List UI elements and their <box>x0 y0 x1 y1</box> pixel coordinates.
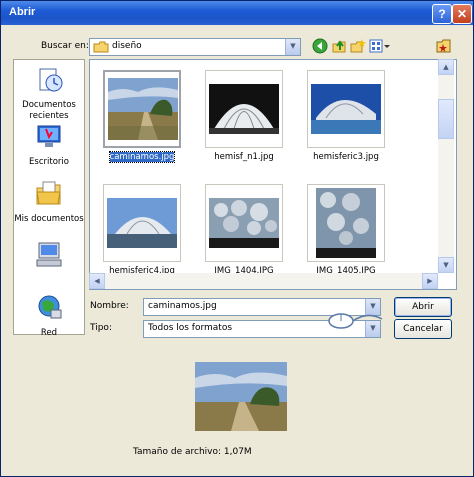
file-name[interactable]: caminamos.jpg <box>97 151 187 163</box>
cancel-button[interactable]: Cancelar <box>394 319 452 339</box>
file-size-label: Tamaño de archivo: 1,07M <box>133 447 252 457</box>
scroll-thumb[interactable] <box>438 99 454 139</box>
place-label: Escritorio <box>29 157 69 167</box>
place-label: Mis documentos <box>14 214 84 224</box>
chevron-down-icon[interactable]: ▼ <box>285 39 300 55</box>
filename-label: Nombre: <box>90 301 129 311</box>
folder-icon <box>93 41 109 53</box>
dialog-title: Abrir <box>9 6 36 18</box>
thumbnail-img-1405[interactable] <box>307 184 385 262</box>
filetype-label: Tipo: <box>90 323 112 333</box>
thumbnail-hemisferic3[interactable] <box>307 70 385 148</box>
desktop-folder-icon[interactable] <box>436 38 452 54</box>
thumbnail-img-1404[interactable] <box>205 184 283 262</box>
scroll-down-icon[interactable]: ▼ <box>438 257 454 273</box>
mouse-cursor-icon <box>328 313 383 329</box>
title-bar[interactable]: Abrir ? ✕ <box>1 1 473 25</box>
file-name[interactable]: hemisferic3.jpg <box>301 152 391 162</box>
look-in-value: diseño <box>112 41 142 51</box>
close-button[interactable]: ✕ <box>452 4 472 24</box>
filetype-value: Todos los formatos <box>148 323 233 333</box>
open-dialog: Abrir ? ✕ Buscar en: diseño ▼ Documentos… <box>0 0 474 477</box>
place-label: Documentos recientes <box>22 100 76 121</box>
dome-night-image <box>209 84 279 134</box>
place-network[interactable]: Red <box>14 294 84 339</box>
places-bar: Documentos recientes Escritorio Mis docu… <box>13 59 85 338</box>
desktop-icon <box>37 125 61 147</box>
horizontal-scrollbar[interactable]: ◀ ▶ <box>89 273 438 289</box>
my-documents-icon <box>36 181 61 205</box>
views-menu-icon[interactable] <box>369 38 391 54</box>
cloudy-sky-portrait-image <box>316 188 376 258</box>
scroll-right-icon[interactable]: ▶ <box>422 273 438 289</box>
look-in-dropdown[interactable]: diseño ▼ <box>89 38 301 56</box>
place-recent-documents[interactable]: Documentos recientes <box>14 66 84 122</box>
look-in-label: Buscar en: <box>41 41 89 51</box>
dome-building-image <box>311 84 381 134</box>
open-button[interactable]: Abrir <box>394 297 452 317</box>
back-icon[interactable] <box>312 38 328 54</box>
file-name[interactable]: hemisf_n1.jpg <box>199 152 289 162</box>
scroll-left-icon[interactable]: ◀ <box>89 273 105 289</box>
thumbnail-hemisferic4[interactable] <box>103 184 181 262</box>
place-my-computer[interactable] <box>14 240 84 274</box>
scroll-up-icon[interactable]: ▲ <box>438 59 454 75</box>
my-computer-icon <box>36 242 62 267</box>
file-list[interactable]: caminamos.jpg hemisf_n1.jpg hemisferic3.… <box>89 59 457 290</box>
place-desktop[interactable]: Escritorio <box>14 123 84 168</box>
up-folder-icon[interactable] <box>331 38 347 54</box>
dome-daylight-image <box>107 198 177 248</box>
place-label: Red <box>40 328 58 338</box>
image-preview <box>195 362 287 431</box>
path-landscape-image <box>108 78 178 140</box>
place-my-documents[interactable]: Mis documentos <box>14 180 84 225</box>
thumbnail-hemisf-n1[interactable] <box>205 70 283 148</box>
vertical-scrollbar[interactable]: ▲ ▼ <box>438 59 454 273</box>
recent-documents-icon <box>39 68 63 92</box>
new-folder-icon[interactable] <box>350 38 366 54</box>
cloudy-sky-image <box>209 198 279 248</box>
thumbnail-caminamos[interactable] <box>103 70 181 148</box>
network-icon <box>38 295 62 319</box>
filename-value: caminamos.jpg <box>148 301 217 311</box>
help-button[interactable]: ? <box>432 4 452 24</box>
